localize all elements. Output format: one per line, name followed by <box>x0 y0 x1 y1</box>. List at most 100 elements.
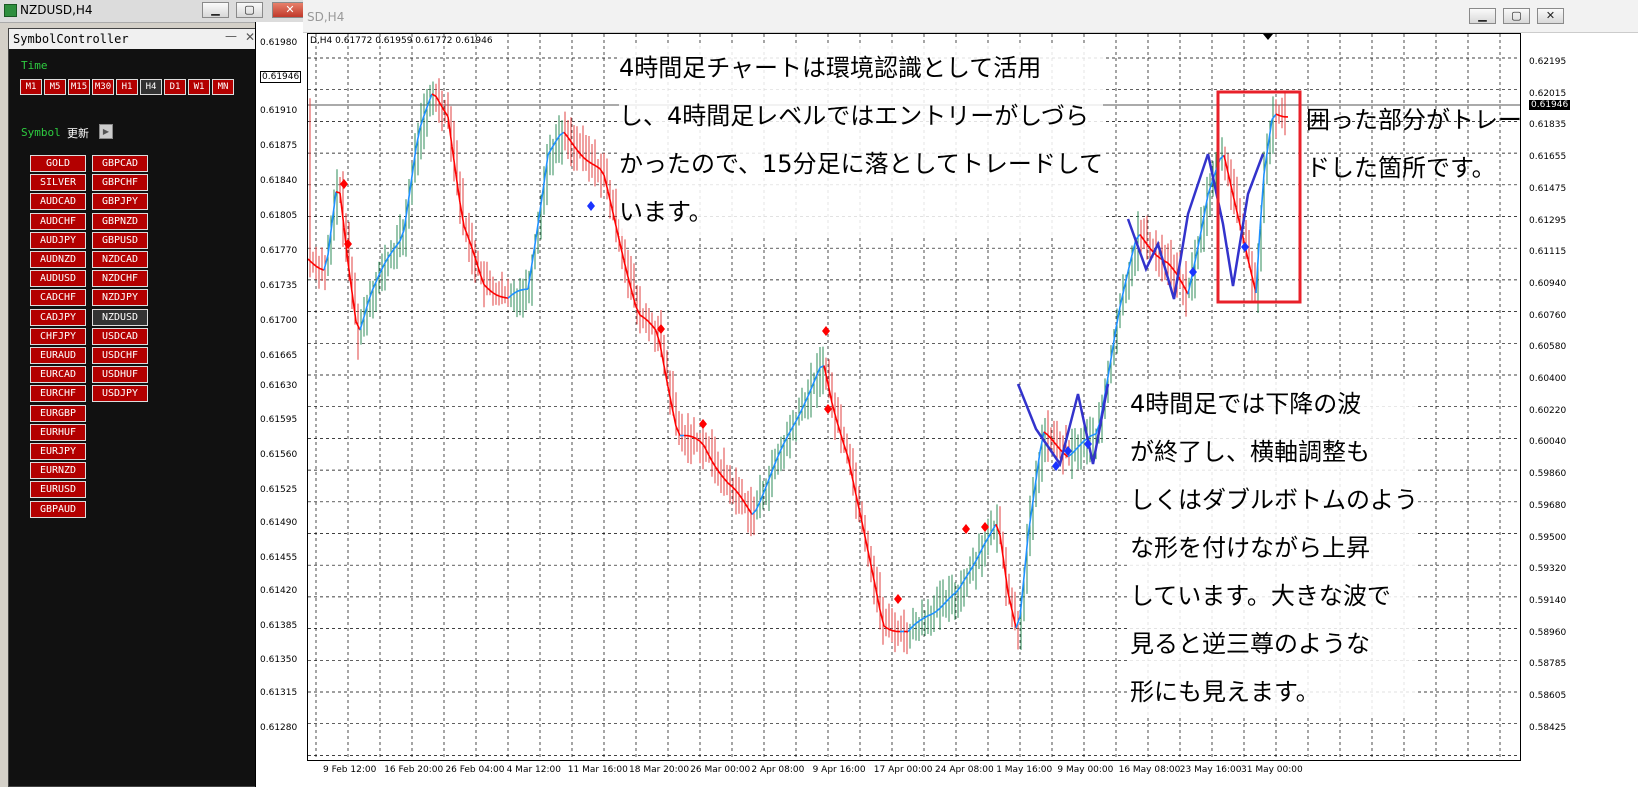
signal-diamond <box>340 179 348 189</box>
ma-segment <box>511 291 517 296</box>
symbol-button-gbpusd[interactable]: GBPUSD <box>92 231 148 249</box>
time-tick-label: 16 May 08:00 <box>1118 765 1181 775</box>
ma-segment <box>931 610 937 615</box>
price-tick-label: 0.61770 <box>260 246 298 256</box>
price-tick-label: 0.60580 <box>1529 342 1567 353</box>
signal-diamond <box>1189 267 1197 277</box>
symbol-button-eurusd[interactable]: EURUSD <box>30 481 86 499</box>
price-tick-label: 0.61315 <box>260 688 298 698</box>
main-chart-window: SD,H4 ▁ ▢ ✕ D,H4 0.61772 0.61959 0.61772… <box>303 0 1638 787</box>
timeframe-button-m30[interactable]: M30 <box>92 79 114 95</box>
symbol-button-euraud[interactable]: EURAUD <box>30 347 86 364</box>
panel-minimize-icon[interactable]: — <box>225 29 237 43</box>
symbol-label: Symbol <box>21 126 61 139</box>
symbol-button-gbpaud[interactable]: GBPAUD <box>30 500 86 518</box>
timeframe-button-d1[interactable]: D1 <box>164 79 186 95</box>
price-tick-label: 0.61115 <box>1529 247 1567 258</box>
annotation-line: 囲った部分がトレー <box>1306 106 1521 134</box>
main-restore-button[interactable]: ▢ <box>1503 8 1530 24</box>
symbol-button-silver[interactable]: SILVER <box>30 174 86 192</box>
time-tick-label: 24 Apr 08:00 <box>935 765 994 775</box>
price-chart[interactable]: D,H4 0.61772 0.61959 0.61772 0.61946 4時間… <box>307 33 1521 761</box>
time-tick-label: 2 Apr 08:00 <box>751 765 805 775</box>
price-tick-label: 0.61385 <box>260 621 298 631</box>
main-window-title: SD,H4 <box>307 10 345 24</box>
symbol-button-gold[interactable]: GOLD <box>30 155 86 172</box>
ma-segment <box>1259 173 1265 229</box>
symbol-button-gbpjpy[interactable]: GBPJPY <box>92 193 148 211</box>
time-tick-label: 16 Feb 20:00 <box>384 765 444 775</box>
symbol-button-audusd[interactable]: AUDUSD <box>30 270 86 288</box>
symbol-button-audnzd[interactable]: AUDNZD <box>30 251 86 268</box>
symbol-button-usdhuf[interactable]: USDHUF <box>92 366 148 384</box>
symbol-button-cadjpy[interactable]: CADJPY <box>30 308 86 326</box>
symbol-button-audjpy[interactable]: AUDJPY <box>30 231 86 249</box>
time-tick-label: 26 Mar 00:00 <box>690 765 751 775</box>
price-tick-label: 0.61295 <box>1529 215 1567 226</box>
symbol-button-eurhuf[interactable]: EURHUF <box>30 423 86 441</box>
right-price-scale: 0.62195 0.62015 0.61835 0.61655 0.61475 0.612… <box>1521 33 1638 761</box>
time-tick-label: 1 May 16:00 <box>996 765 1053 775</box>
symbol-button-chfjpy[interactable]: CHFJPY <box>30 327 86 345</box>
timeframe-button-h1[interactable]: H1 <box>116 79 138 95</box>
left-minimize-button[interactable]: ▁ <box>202 2 229 18</box>
timeframe-button-h4[interactable]: H4 <box>140 79 162 95</box>
annotation-line: な形を付けながら上昇 <box>1130 534 1370 562</box>
left-chart-window: NZDUSD,H4 ▁ ▢ ✕ SymbolController — ✕ Tim… <box>0 0 314 787</box>
price-tick-label: 0.61735 <box>260 281 298 291</box>
time-tick-label: 9 Feb 12:00 <box>323 765 377 775</box>
symbol-button-cadchf[interactable]: CADCHF <box>30 289 86 307</box>
symbol-button-audcad[interactable]: AUDCAD <box>30 193 86 211</box>
symbol-button-nzdjpy[interactable]: NZDJPY <box>92 289 148 307</box>
main-window-titlebar[interactable]: SD,H4 ▁ ▢ ✕ <box>303 0 1638 33</box>
annotation-line: し、4時間足レベルではエントリーがしづら <box>619 102 1089 130</box>
symbol-button-gbpnzd[interactable]: GBPNZD <box>92 212 148 230</box>
price-tick-label: 0.61805 <box>260 211 298 221</box>
symbol-button-usdchf[interactable]: USDCHF <box>92 347 148 364</box>
ma-segment <box>687 434 693 438</box>
symbol-button-nzdchf[interactable]: NZDCHF <box>92 270 148 288</box>
ma-segment <box>503 296 509 299</box>
symbol-button-usdjpy[interactable]: USDJPY <box>92 385 148 403</box>
refresh-button[interactable]: ▶ <box>99 124 113 139</box>
price-tick-label: 0.59680 <box>1529 500 1567 511</box>
main-minimize-button[interactable]: ▁ <box>1469 8 1496 24</box>
ohlc-readout: D,H4 0.61772 0.61959 0.61772 0.61946 <box>310 36 493 46</box>
timeframe-button-m5[interactable]: M5 <box>44 79 66 95</box>
symbol-button-eurjpy[interactable]: EURJPY <box>30 443 86 460</box>
annotation-line: しています。大きな波で <box>1130 582 1391 610</box>
time-tick-label: 23 May 16:00 <box>1179 765 1242 775</box>
price-tick-label: 0.58605 <box>1529 691 1567 701</box>
timeframe-button-mn[interactable]: MN <box>212 79 234 95</box>
price-tick-label: 0.62015 <box>1529 88 1567 99</box>
symbol-button-gbpcad[interactable]: GBPCAD <box>92 155 148 172</box>
annotation-line: 形にも見えます。 <box>1130 678 1320 706</box>
symbol-button-gbpchf[interactable]: GBPCHF <box>92 174 148 192</box>
current-price-label: 0.61946 <box>260 71 302 83</box>
symbol-button-eurcad[interactable]: EURCAD <box>30 366 86 384</box>
left-window-titlebar[interactable]: NZDUSD,H4 ▁ ▢ ✕ <box>0 0 313 23</box>
time-tick-label: 18 Mar 20:00 <box>629 765 690 775</box>
symbol-button-eurgbp[interactable]: EURGBP <box>30 404 86 422</box>
symbol-button-usdcad[interactable]: USDCAD <box>92 327 148 345</box>
ma-segment <box>919 617 925 622</box>
price-tick-label: 0.62195 <box>1529 57 1567 67</box>
price-tick-label: 0.60040 <box>1529 437 1567 448</box>
left-restore-button[interactable]: ▢ <box>236 2 263 18</box>
timeframe-button-m1[interactable]: M1 <box>20 79 42 95</box>
symbol-button-nzdcad[interactable]: NZDCAD <box>92 251 148 268</box>
symbol-button-nzdusd[interactable]: NZDUSD <box>92 308 148 326</box>
price-tick-label: 0.60940 <box>1529 278 1567 289</box>
time-tick-label: 31 May 00:00 <box>1241 765 1303 775</box>
symbol-button-audchf[interactable]: AUDCHF <box>30 212 86 230</box>
symbol-controller-panel: SymbolController — ✕ Time M1 M5 M15 M30 H1 H4… <box>8 28 262 787</box>
timeframe-button-w1[interactable]: W1 <box>188 79 210 95</box>
signal-diamond <box>824 404 832 414</box>
symbol-button-eurnzd[interactable]: EURNZD <box>30 462 86 480</box>
ma-segment <box>499 295 505 299</box>
symbol-button-eurchf[interactable]: EURCHF <box>30 385 86 403</box>
timeframe-button-m15[interactable]: M15 <box>68 79 90 95</box>
main-close-button[interactable]: ✕ <box>1537 8 1564 24</box>
panel-close-icon[interactable]: ✕ <box>245 30 255 44</box>
symbol-controller-titlebar[interactable]: SymbolController — ✕ <box>9 29 261 49</box>
